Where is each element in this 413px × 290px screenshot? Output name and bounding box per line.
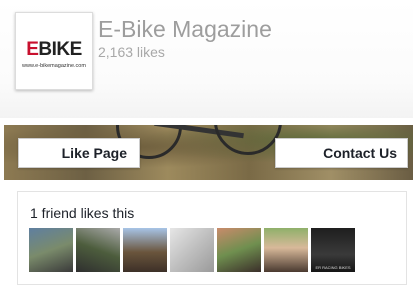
avatar-caption: ER RACING BIKES (315, 265, 351, 270)
friend-avatar[interactable] (76, 228, 120, 272)
friends-like-text[interactable]: 1 friend likes this (30, 205, 134, 221)
friend-avatar[interactable] (264, 228, 308, 272)
page-title[interactable]: E-Bike Magazine (98, 16, 272, 43)
friend-avatar[interactable]: ER RACING BIKES (311, 228, 355, 272)
contact-us-label: Contact Us (323, 145, 397, 161)
bike-wheel (214, 125, 282, 155)
logo-url: www.e-bikemagazine.com (22, 63, 86, 69)
friend-avatar[interactable] (170, 228, 214, 272)
like-page-button[interactable]: Like Page (18, 138, 140, 168)
likes-count: 2,163 likes (98, 44, 165, 60)
like-page-label: Like Page (61, 145, 127, 161)
page-header: EBIKE www.e-bikemagazine.com E-Bike Maga… (0, 0, 413, 118)
logo-wordmark: EBIKE (26, 39, 82, 60)
friend-avatar[interactable] (123, 228, 167, 272)
page-logo[interactable]: EBIKE www.e-bikemagazine.com (15, 12, 93, 90)
contact-us-button[interactable]: Contact Us (275, 138, 408, 168)
friends-like-box: 1 friend likes this ER RACING BIKES (17, 191, 407, 285)
friend-avatar[interactable] (29, 228, 73, 272)
friend-avatar[interactable] (217, 228, 261, 272)
